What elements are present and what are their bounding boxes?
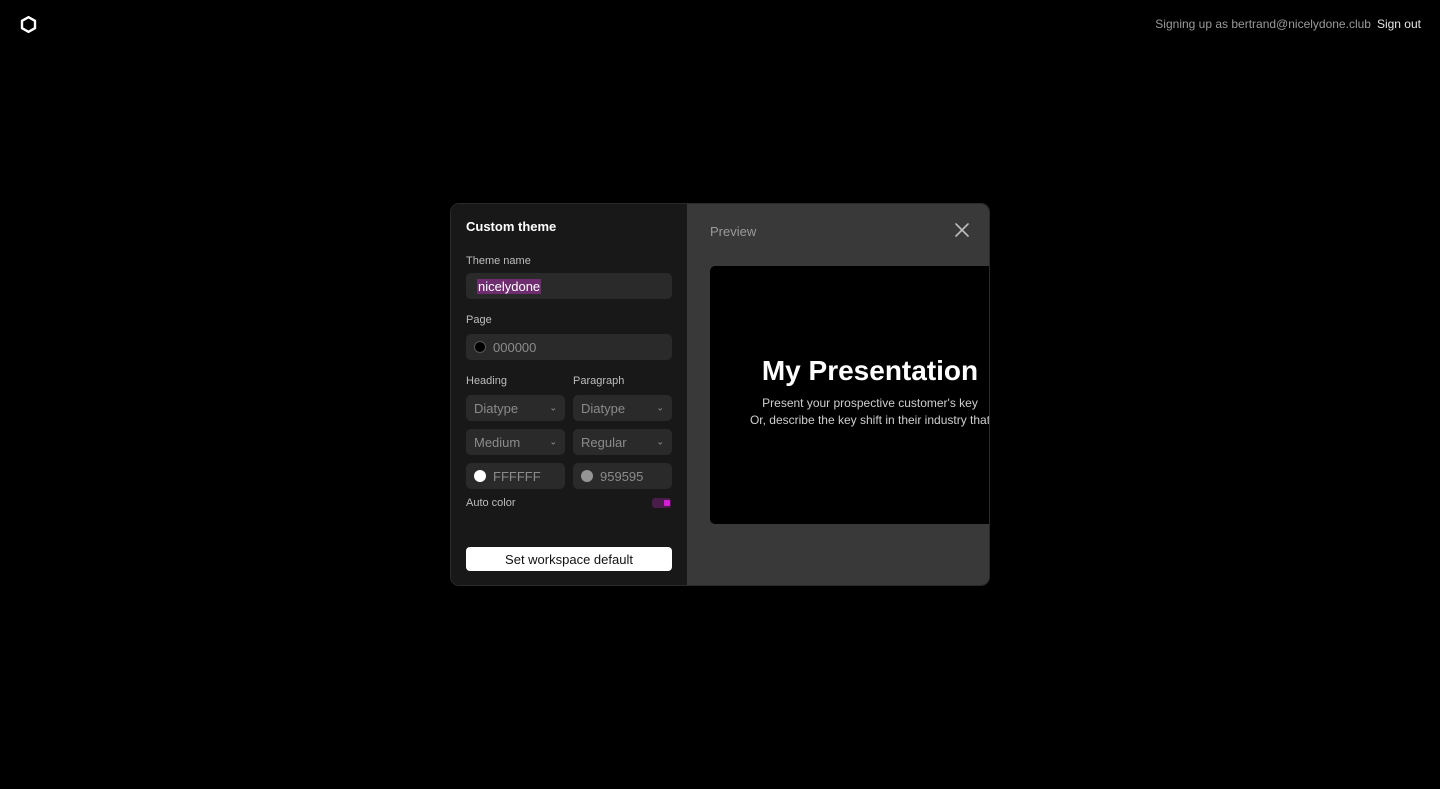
paragraph-weight-value: Regular [581, 434, 627, 450]
paragraph-color-value: 959595 [600, 468, 644, 484]
page-color-swatch[interactable] [474, 341, 486, 353]
modal-title: Custom theme [466, 219, 557, 234]
slide-paragraph-line-1: Present your prospective customer's key [762, 396, 978, 410]
heading-color-value: FFFFFF [493, 468, 541, 484]
heading-font-select[interactable]: Diatype ⌄ [466, 395, 565, 421]
preview-label: Preview [710, 224, 757, 239]
slide-paragraph-line-2: Or, describe the key shift in their indu… [749, 413, 989, 427]
slide-title: My Presentation [761, 355, 979, 386]
theme-name-input[interactable]: nicelydone [466, 273, 672, 299]
close-icon[interactable] [955, 223, 969, 237]
auto-color-toggle[interactable] [652, 498, 671, 508]
heading-weight-select[interactable]: Medium ⌄ [466, 429, 565, 455]
toggle-knob [664, 500, 670, 506]
page-label: Page [466, 314, 492, 326]
paragraph-color-input[interactable]: 959595 [573, 463, 672, 489]
theme-settings-panel: Custom theme Theme name nicelydone Page … [451, 204, 687, 585]
paragraph-font-select[interactable]: Diatype ⌄ [573, 395, 672, 421]
custom-theme-modal: Custom theme Theme name nicelydone Page … [450, 203, 990, 586]
logo-icon[interactable] [20, 16, 37, 33]
theme-name-value: nicelydone [477, 278, 542, 294]
chevron-down-icon: ⌄ [549, 402, 557, 413]
heading-font-value: Diatype [474, 400, 519, 416]
paragraph-font-value: Diatype [581, 400, 626, 416]
signing-up-text: Signing up as bertrand@nicelydone.club [1155, 17, 1371, 31]
page-color-input[interactable]: 000000 [466, 334, 672, 360]
heading-label: Heading [466, 375, 507, 387]
set-workspace-default-button[interactable]: Set workspace default [466, 547, 672, 571]
preview-slide: My Presentation Present your prospective… [710, 266, 989, 524]
chevron-down-icon: ⌄ [656, 402, 664, 413]
chevron-down-icon: ⌄ [549, 436, 557, 447]
sign-out-link[interactable]: Sign out [1377, 17, 1421, 31]
heading-weight-value: Medium [474, 434, 521, 450]
preview-panel: Preview My Presentation Present your pro… [687, 204, 989, 585]
paragraph-label: Paragraph [573, 375, 625, 387]
heading-color-input[interactable]: FFFFFF [466, 463, 565, 489]
chevron-down-icon: ⌄ [656, 436, 664, 447]
paragraph-weight-select[interactable]: Regular ⌄ [573, 429, 672, 455]
topbar-account: Signing up as bertrand@nicelydone.club S… [1155, 17, 1421, 31]
heading-color-swatch[interactable] [474, 470, 486, 482]
auto-color-label: Auto color [466, 497, 516, 509]
theme-name-label: Theme name [466, 255, 531, 267]
paragraph-color-swatch[interactable] [581, 470, 593, 482]
page-color-value: 000000 [493, 339, 537, 355]
